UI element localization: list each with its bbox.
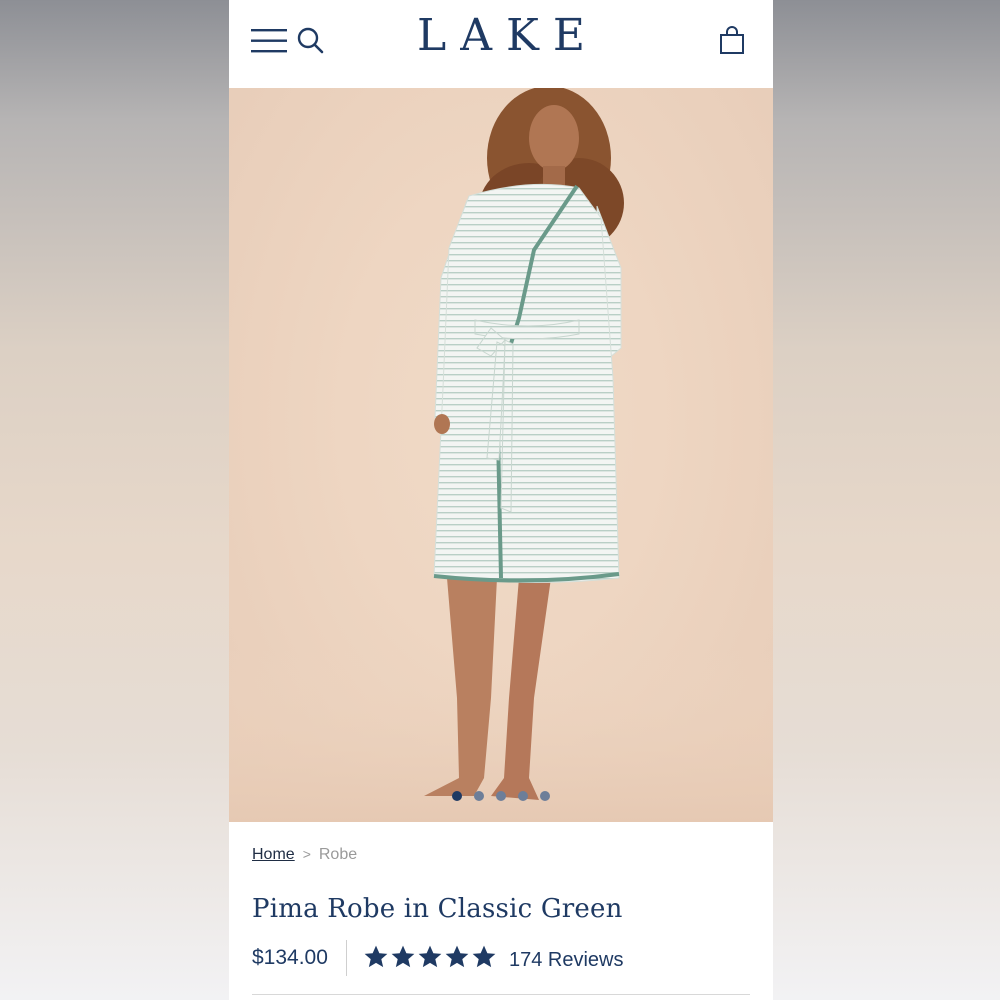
product-price: $134.00: [252, 946, 328, 969]
model-robe-illustration: [229, 88, 773, 822]
site-header: LAKE: [229, 0, 773, 88]
carousel-dot[interactable]: [540, 791, 550, 801]
product-title: Pima Robe in Classic Green: [252, 894, 623, 924]
carousel-dot[interactable]: [474, 791, 484, 801]
product-info: Home > Robe Pima Robe in Classic Green $13…: [229, 822, 773, 1000]
divider: [346, 940, 347, 976]
mobile-page: LAKE Home > Robe Pima Robe in Classic Gr…: [229, 0, 773, 1000]
breadcrumb-current: Robe: [318, 846, 358, 863]
star-icon: [472, 945, 496, 968]
breadcrumb-home-link[interactable]: Home: [252, 846, 295, 863]
brand-logo[interactable]: LAKE: [229, 8, 773, 64]
star-icon: [364, 945, 388, 968]
breadcrumb: Home > Robe: [252, 846, 357, 864]
star-icon: [418, 945, 442, 968]
star-icon: [391, 945, 415, 968]
shopping-bag-icon[interactable]: [719, 24, 745, 56]
product-hero-image[interactable]: [229, 88, 773, 822]
carousel-dot[interactable]: [518, 791, 528, 801]
divider: [252, 994, 750, 995]
carousel-dot[interactable]: [452, 791, 462, 801]
star-rating[interactable]: [363, 944, 498, 974]
reviews-link[interactable]: 174 Reviews: [509, 949, 624, 972]
star-icon: [445, 945, 469, 968]
carousel-dots: [229, 788, 773, 802]
chevron-right-icon: >: [302, 846, 311, 862]
carousel-dot[interactable]: [496, 791, 506, 801]
